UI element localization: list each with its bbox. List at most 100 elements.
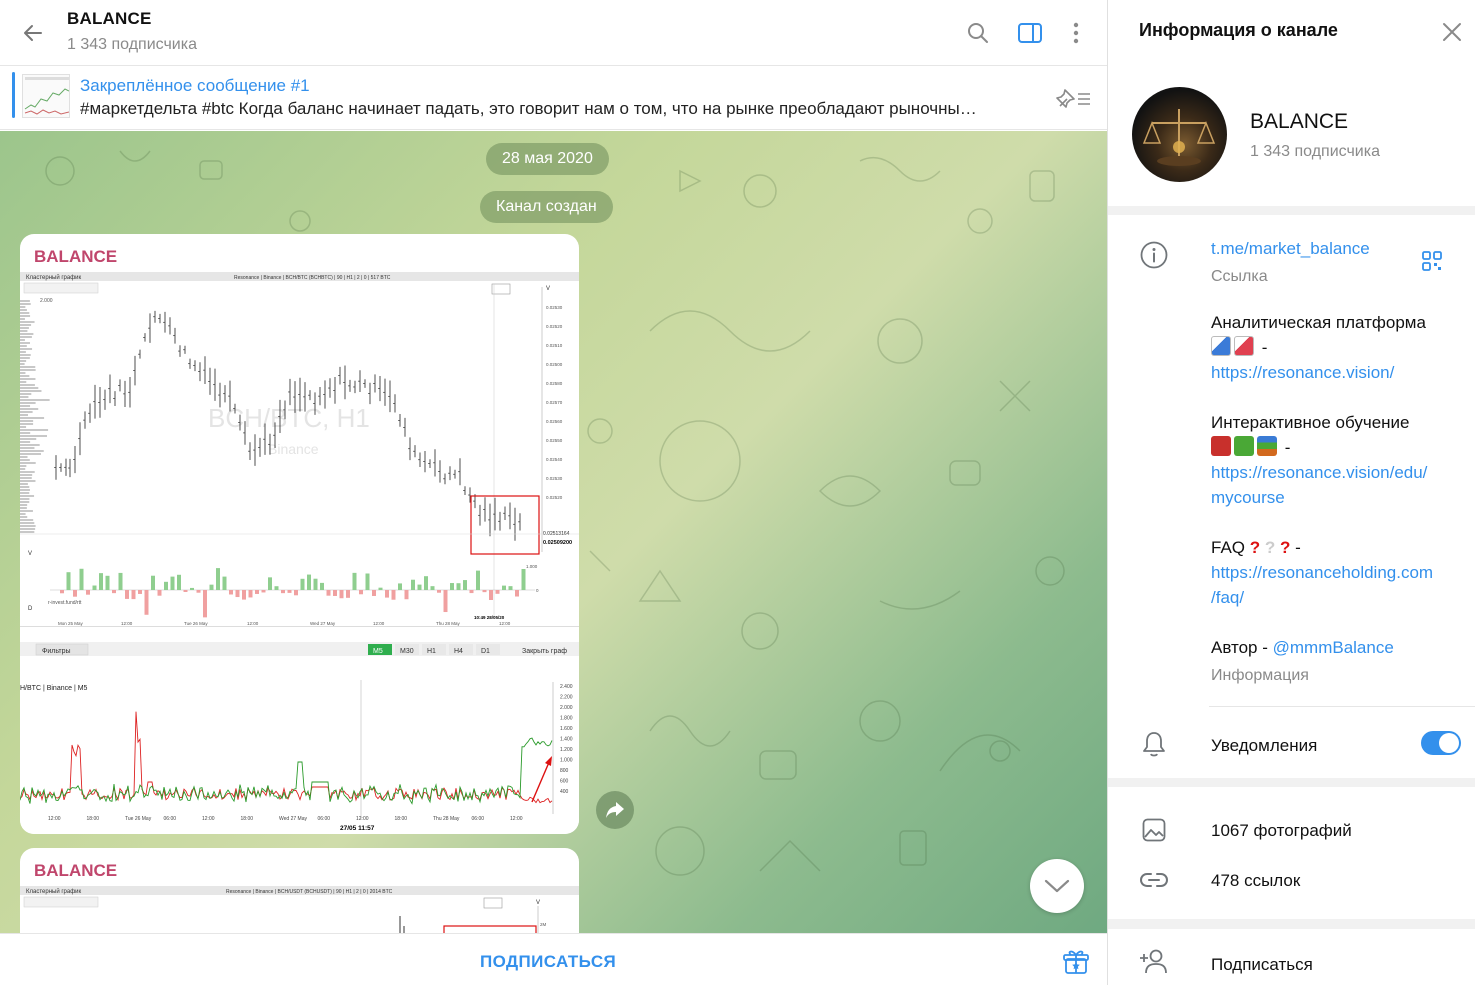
close-info-button[interactable] (1438, 18, 1466, 46)
m5-y-tick-label: 1.800 (560, 716, 573, 722)
price-tick-label: 0.02510 (546, 343, 563, 348)
profile-bar (20, 321, 35, 323)
channel-post[interactable]: BALANCE Кластерный график Resonance | Bi… (20, 234, 579, 834)
search-button[interactable] (962, 17, 994, 49)
desc-author-link[interactable]: @mmmBalance (1273, 638, 1394, 657)
pinned-indicator (12, 72, 15, 118)
qr-code-button[interactable] (1421, 250, 1443, 272)
gift-button[interactable] (1062, 948, 1090, 976)
price-axis: 0.02530 0.02520 0.02510 0.02500 0.02580 0.025… (546, 305, 563, 500)
desc-dash: - (1284, 438, 1291, 457)
links-count[interactable]: 478 ссылок (1211, 868, 1300, 893)
sidebar-toggle-button[interactable] (1014, 17, 1046, 49)
profile-bar (20, 477, 32, 479)
profile-bar (20, 315, 31, 317)
cursor-time: 10:49 28/05/20 (474, 615, 505, 620)
desc-education-link[interactable]: https://resonance.vision/edu/mycourse (1211, 463, 1427, 507)
profile-bar (20, 372, 26, 374)
message-feed[interactable]: 28 мая 2020 Канал создан BALANCE Кластер… (0, 131, 1107, 933)
profile-bar (20, 513, 26, 515)
subscribe-card[interactable]: Подписаться (1108, 929, 1475, 985)
profile-subscribers: 1 343 подписчика (1250, 143, 1380, 160)
chart-top-value: 2.000 (40, 298, 53, 304)
volume-zero: 0 (536, 588, 539, 593)
trend-arrow (531, 759, 551, 803)
volume-bar-down (294, 590, 298, 596)
profile-bar (20, 483, 28, 485)
channel-link[interactable]: t.me/market_balance (1211, 239, 1370, 259)
channel-title[interactable]: BALANCE (67, 9, 152, 29)
close-chart-button[interactable]: Закрыть граф (522, 648, 567, 655)
red-book-emoji-icon (1211, 436, 1231, 456)
desc-education-text: Интерактивное обучение (1211, 413, 1410, 432)
m5-x-axis: 12:00 18:00 Tue 26 May 06:00 12:00 18:00 Wed 2… (48, 816, 523, 822)
channel-description: Аналитическая платформа - https://resona… (1211, 310, 1461, 688)
m5-x-tick-label: Tue 26 May (125, 816, 152, 822)
profile-bar (20, 303, 31, 305)
volume-bar-down (437, 590, 441, 593)
volume-bar-down (203, 590, 207, 618)
volume-bar-down (287, 590, 292, 593)
pinned-title: Закреплённое сообщение #1 (80, 76, 310, 95)
volume-bar-down (131, 590, 136, 600)
filters-button[interactable]: Фильтры (42, 648, 71, 655)
volume-bar-down (443, 590, 448, 613)
profile-bar (20, 339, 25, 341)
desc-faq-link[interactable]: https://resonanceholding.com/faq/ (1211, 563, 1433, 607)
volume-bar-up (502, 585, 506, 590)
profile-bar (20, 435, 47, 437)
volume-bar-up (99, 573, 103, 590)
pinned-list-button[interactable] (1056, 86, 1092, 110)
volume-bar-down (125, 590, 129, 599)
post-author[interactable]: BALANCE (34, 247, 117, 267)
back-button[interactable] (18, 18, 48, 48)
more-menu-button[interactable] (1060, 17, 1092, 49)
volume-axis-v: V (28, 551, 32, 557)
volume-bar-up (313, 578, 318, 590)
series-red (20, 711, 553, 804)
profile-bar (20, 420, 34, 422)
post-image-cluster-chart-2[interactable]: Кластерный график Resonance | Binance | … (20, 886, 579, 933)
profile-bar (20, 429, 49, 431)
profile-bar (20, 375, 30, 377)
post-author[interactable]: BALANCE (34, 861, 117, 881)
post-image-cluster-chart[interactable]: Кластерный график Resonance | Binance | … (20, 272, 579, 627)
volume-bar-up (378, 587, 383, 590)
info-subscribe-label[interactable]: Подписаться (1211, 952, 1313, 977)
photos-count[interactable]: 1067 фотографий (1211, 818, 1352, 843)
profile-bar (20, 489, 30, 491)
info-panel-title: Информация о канале (1139, 20, 1338, 40)
notifications-row-icon (1139, 729, 1169, 759)
desc-platform-link[interactable]: https://resonance.vision/ (1211, 363, 1394, 382)
time-tick-label: 12:00 (121, 621, 133, 626)
channel-post[interactable]: BALANCE Кластерный график Resonance | Bi… (20, 848, 579, 933)
price-tick-label: 0.02500 (546, 362, 563, 367)
volume-profile (20, 300, 50, 533)
profile-bar (20, 438, 37, 440)
scroll-down-button[interactable] (1030, 859, 1084, 913)
channel-avatar[interactable] (1132, 87, 1227, 182)
m5-y-tick-label: 800 (560, 768, 569, 774)
timeframe-tab-label: M30 (400, 648, 414, 655)
profile-bar (20, 525, 36, 527)
notifications-toggle[interactable] (1421, 731, 1461, 755)
volume-bar-up (105, 575, 110, 590)
profile-bar (20, 345, 27, 347)
volume-bar-down (391, 590, 396, 600)
m5-y-axis: 2.400 2.200 2.000 1.800 1.600 1.400 1.200 1.000… (560, 684, 573, 795)
post-image-m5-chart[interactable]: Фильтры M5 M30 H1 H4 D1 Закрыть граф H/BTC |… (20, 642, 579, 834)
profile-bar (20, 408, 39, 410)
volume-bar-down (515, 590, 519, 597)
pinned-message-bar[interactable]: Закреплённое сообщение #1 #маркетдельта … (0, 66, 1107, 130)
description-label: Информация (1211, 667, 1309, 684)
profile-bar (20, 510, 33, 512)
profile-bar (20, 531, 35, 533)
bell-icon (1143, 732, 1165, 757)
profile-bar (20, 333, 34, 335)
volume-bar-down (112, 590, 116, 594)
profile-bar (20, 351, 26, 353)
volume-bar-down (404, 590, 409, 600)
forward-button[interactable] (596, 791, 634, 829)
volume-bar-up (268, 577, 272, 590)
subscribe-button[interactable]: ПОДПИСАТЬСЯ (480, 952, 616, 972)
